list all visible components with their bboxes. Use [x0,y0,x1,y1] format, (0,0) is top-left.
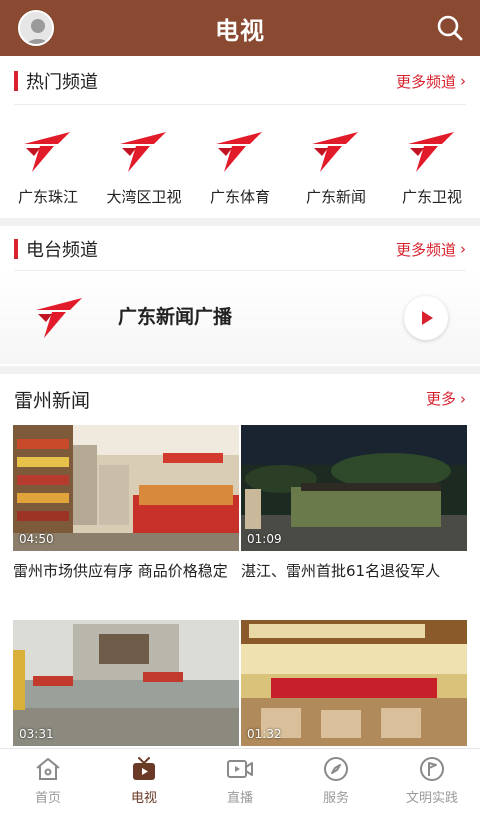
bottom-nav: 首页 电视 直播 服务 文明实践 [0,748,480,816]
more-label: 更多 [425,390,456,408]
home-icon [36,758,60,780]
channel-item[interactable]: 大湾区卫视 [96,118,192,218]
hot-channels-more-link[interactable]: 更多频道 › [396,71,466,92]
nav-item-service[interactable]: 服务 [288,749,384,816]
avatar[interactable] [18,10,54,46]
hot-channel-list: 广东珠江 大湾区卫视 广东体育 广东新闻 广东卫视 [0,118,480,218]
video-duration: 01:32 [247,727,282,741]
app-header: 电视 [0,0,480,56]
news-thumbnail: 01:09 [241,425,467,551]
radio-station-name: 广东新闻广播 [118,306,233,328]
more-label: 更多频道 [395,72,456,91]
play-icon [422,311,433,325]
news-card[interactable]: 01:09 湛江、雷州首批61名退役军人 [241,425,467,581]
video-duration: 03:31 [19,727,54,741]
news-card[interactable]: 03:31 [13,620,239,746]
play-button[interactable] [404,296,448,340]
section-gap [0,218,480,226]
compass-icon [324,757,348,781]
nav-item-home[interactable]: 首页 [0,749,96,816]
radio-channels-more-link[interactable]: 更多频道 › [396,239,466,260]
channel-logo-icon [408,132,454,172]
channel-item[interactable]: 广东体育 [192,118,288,218]
channel-logo-icon [216,132,262,172]
page-title: 电视 [215,16,265,45]
news-thumbnail: 03:31 [13,620,239,746]
news-card[interactable]: 04:50 雷州市场供应有序 商品价格稳定 [13,425,239,581]
channel-name: 广东卫视 [401,188,462,206]
video-duration: 01:09 [247,532,282,546]
nav-item-civilization[interactable]: 文明实践 [384,749,480,816]
nav-label: 服务 [322,791,349,806]
more-label: 更多频道 [395,240,456,259]
tv-icon [133,757,155,780]
news-caption: 湛江、雷州首批61名退役军人 [241,562,441,580]
hot-channels-header: 热门频道 更多频道 › [0,58,480,104]
channel-name: 广东珠江 [17,188,78,206]
channel-item[interactable]: 广东新闻 [288,118,384,218]
channel-name: 大湾区卫视 [106,188,182,206]
divider [14,104,466,105]
radio-station-item[interactable]: 广东新闻广播 [0,272,480,364]
nav-label: 文明实践 [405,791,458,806]
nav-label: 电视 [130,791,157,806]
news-more-link[interactable]: 更多 › [426,388,466,409]
chevron-right-icon: › [460,240,466,258]
live-icon [227,760,253,778]
channel-logo-icon [312,132,358,172]
radio-channels-header: 电台频道 更多频道 › [0,226,480,272]
video-duration: 04:50 [19,532,54,546]
search-icon[interactable] [436,14,464,42]
flag-icon [420,757,444,781]
radio-channels-title: 电台频道 [26,240,98,261]
channel-logo-icon [120,132,166,172]
channel-name: 广东体育 [209,188,270,206]
channel-name: 广东新闻 [305,188,366,206]
news-thumbnail: 01:32 [241,620,467,746]
news-caption: 雷州市场供应有序 商品价格稳定 [13,562,228,580]
nav-item-tv[interactable]: 电视 [96,749,192,816]
nav-item-live[interactable]: 直播 [192,749,288,816]
section-marker [14,71,18,91]
section-marker [14,239,18,259]
chevron-right-icon: › [460,72,466,90]
news-section-title: 雷州新闻 [14,390,91,412]
channel-logo-icon [36,298,82,338]
news-card[interactable]: 01:32 [241,620,467,746]
channel-item[interactable]: 广东珠江 [0,118,96,218]
divider [14,270,466,271]
avatar-icon [20,12,52,44]
nav-label: 直播 [226,791,253,806]
section-gap [0,366,480,374]
channel-item[interactable]: 广东卫视 [384,118,480,218]
chevron-right-icon: › [460,389,466,408]
hot-channels-title: 热门频道 [26,72,98,93]
nav-label: 首页 [34,791,61,806]
news-thumbnail: 04:50 [13,425,239,551]
channel-logo-icon [24,132,70,172]
